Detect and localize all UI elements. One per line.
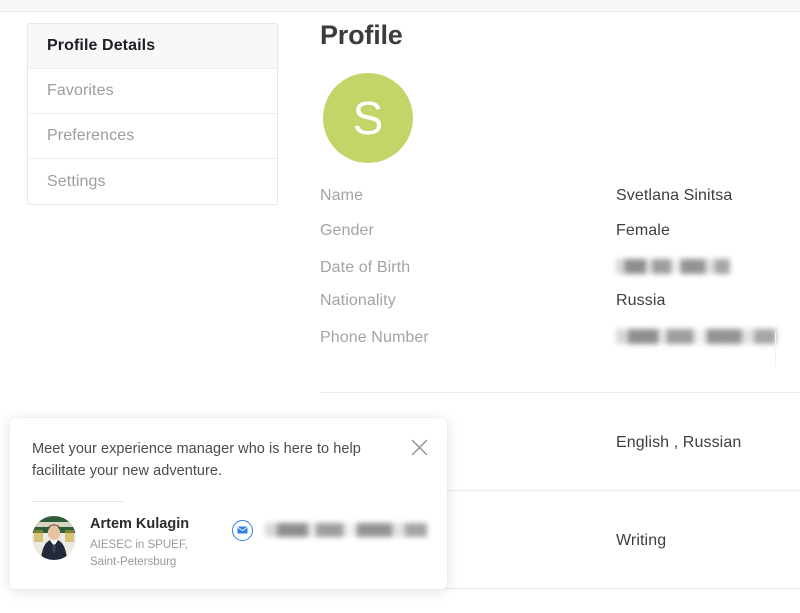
- sidebar-item-label: Favorites: [47, 82, 114, 99]
- detail-value: English , Russian: [616, 434, 742, 451]
- popup-divider: [32, 500, 124, 502]
- experience-manager-popup: Meet your experience manager who is here…: [10, 418, 447, 589]
- detail-value: [616, 327, 776, 347]
- manager-contact: [232, 519, 427, 541]
- detail-label: Date of Birth: [320, 259, 411, 276]
- sidebar-item-favorites[interactable]: Favorites: [28, 69, 277, 114]
- redacted-value: [616, 329, 776, 344]
- profile-details-list: Name Svetlana Sinitsa Gender Female Date…: [320, 187, 780, 362]
- vertical-rule: [775, 332, 776, 366]
- sidebar-item-label: Profile Details: [47, 37, 156, 54]
- sidebar-item-label: Preferences: [47, 127, 135, 144]
- avatar-initial: S: [352, 92, 384, 144]
- detail-label: Gender: [320, 222, 374, 239]
- detail-row-date-of-birth: Date of Birth: [320, 257, 780, 292]
- page-title: Profile: [320, 20, 403, 50]
- close-icon[interactable]: [408, 436, 430, 458]
- detail-value: Female: [616, 222, 670, 239]
- top-bar: [0, 0, 800, 12]
- sidebar-item-label: Settings: [47, 172, 106, 190]
- redacted-value: [616, 259, 730, 274]
- profile-avatar: S: [323, 73, 413, 163]
- detail-label: Phone Number: [320, 329, 429, 346]
- detail-row-phone-number: Phone Number: [320, 327, 780, 362]
- manager-info: Artem Kulagin AIESEC in SPUEF, Saint-Pet…: [90, 516, 212, 571]
- sidebar-item-settings[interactable]: Settings: [28, 159, 277, 204]
- detail-label: Nationality: [320, 292, 396, 309]
- section-divider: [320, 392, 800, 393]
- manager-avatar: [32, 515, 76, 560]
- redacted-email: [265, 523, 427, 538]
- popup-message: Meet your experience manager who is here…: [32, 441, 361, 480]
- detail-value: [616, 257, 730, 277]
- detail-row-gender: Gender Female: [320, 222, 780, 257]
- manager-name: Artem Kulagin: [90, 515, 190, 532]
- manager-organization: AIESEC in SPUEF, Saint-Petersburg: [90, 539, 188, 568]
- sidebar-item-profile-details[interactable]: Profile Details: [28, 24, 277, 69]
- detail-value: Svetlana Sinitsa: [616, 187, 733, 204]
- sidebar-nav: Profile Details Favorites Preferences Se…: [27, 23, 278, 205]
- detail-label: Name: [320, 187, 364, 204]
- detail-row-nationality: Nationality Russia: [320, 292, 780, 327]
- manager-card: Artem Kulagin AIESEC in SPUEF, Saint-Pet…: [32, 515, 427, 571]
- envelope-icon[interactable]: [232, 519, 253, 541]
- profile-panel: Profile S Name Svetlana Sinitsa Gender F…: [320, 22, 780, 362]
- detail-row-name: Name Svetlana Sinitsa: [320, 187, 780, 222]
- detail-value: Russia: [616, 292, 666, 309]
- sidebar-item-preferences[interactable]: Preferences: [28, 114, 277, 159]
- detail-value: Writing: [616, 532, 667, 549]
